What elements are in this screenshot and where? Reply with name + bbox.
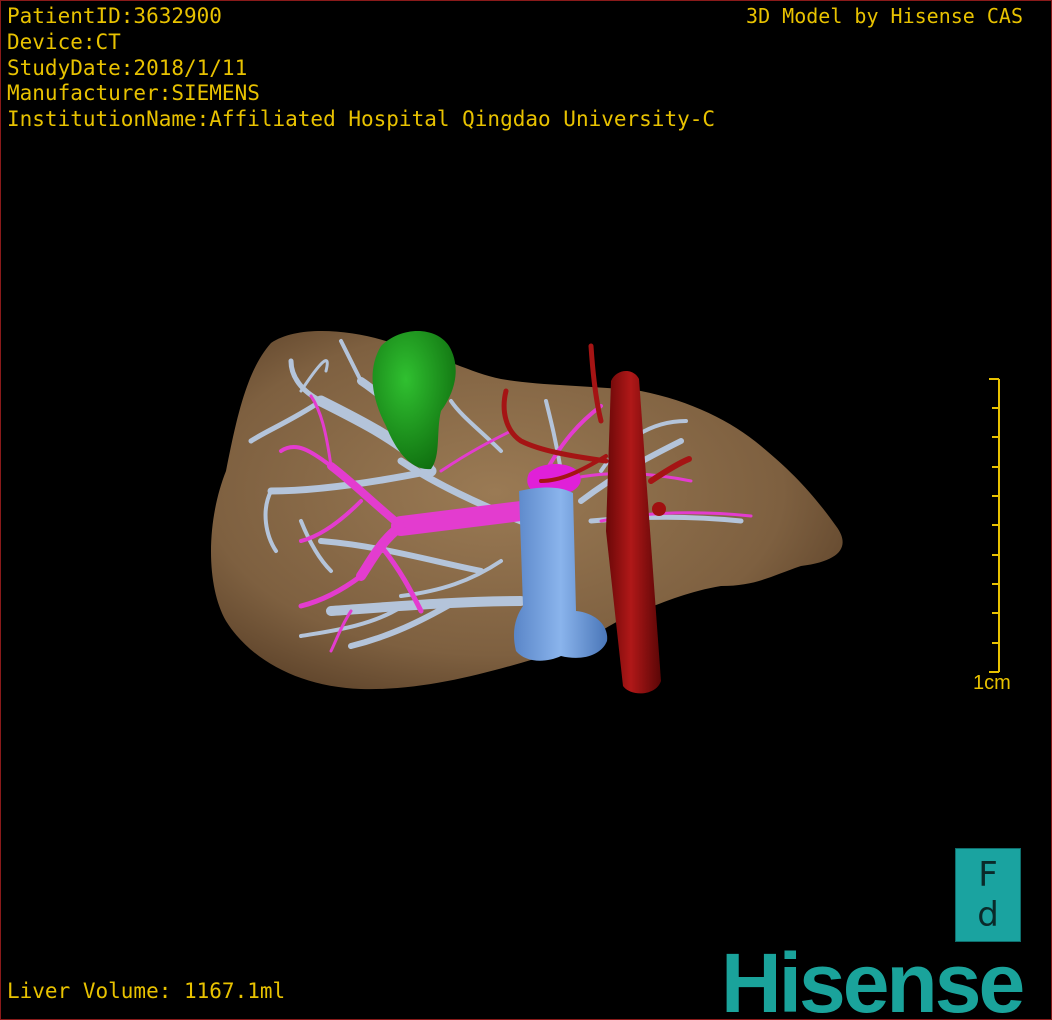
3d-viewport[interactable]: PatientID:3632900 Device:CT StudyDate:20…	[0, 0, 1052, 1020]
aorta-branch-stub	[652, 502, 666, 516]
device: Device:CT	[7, 30, 121, 54]
institution-name: InstitutionName:Affiliated Hospital Qing…	[7, 107, 716, 131]
patient-id: PatientID:3632900	[7, 4, 222, 28]
orientation-top-letter: F	[978, 855, 998, 895]
liver-volume: Liver Volume: 1167.1ml	[7, 979, 286, 1003]
model-credit: 3D Model by Hisense CAS	[746, 4, 1023, 28]
hisense-logo: Hisense	[721, 936, 1025, 1020]
liver-3d-model[interactable]	[1, 1, 1051, 1019]
manufacturer: Manufacturer:SIEMENS	[7, 81, 260, 105]
scale-bar-label: 1cm	[973, 672, 1011, 694]
study-date: StudyDate:2018/1/11	[7, 56, 248, 80]
orientation-bottom-letter: d	[977, 895, 999, 935]
scale-bar	[989, 378, 1000, 673]
orientation-cube[interactable]: F d	[955, 848, 1021, 942]
